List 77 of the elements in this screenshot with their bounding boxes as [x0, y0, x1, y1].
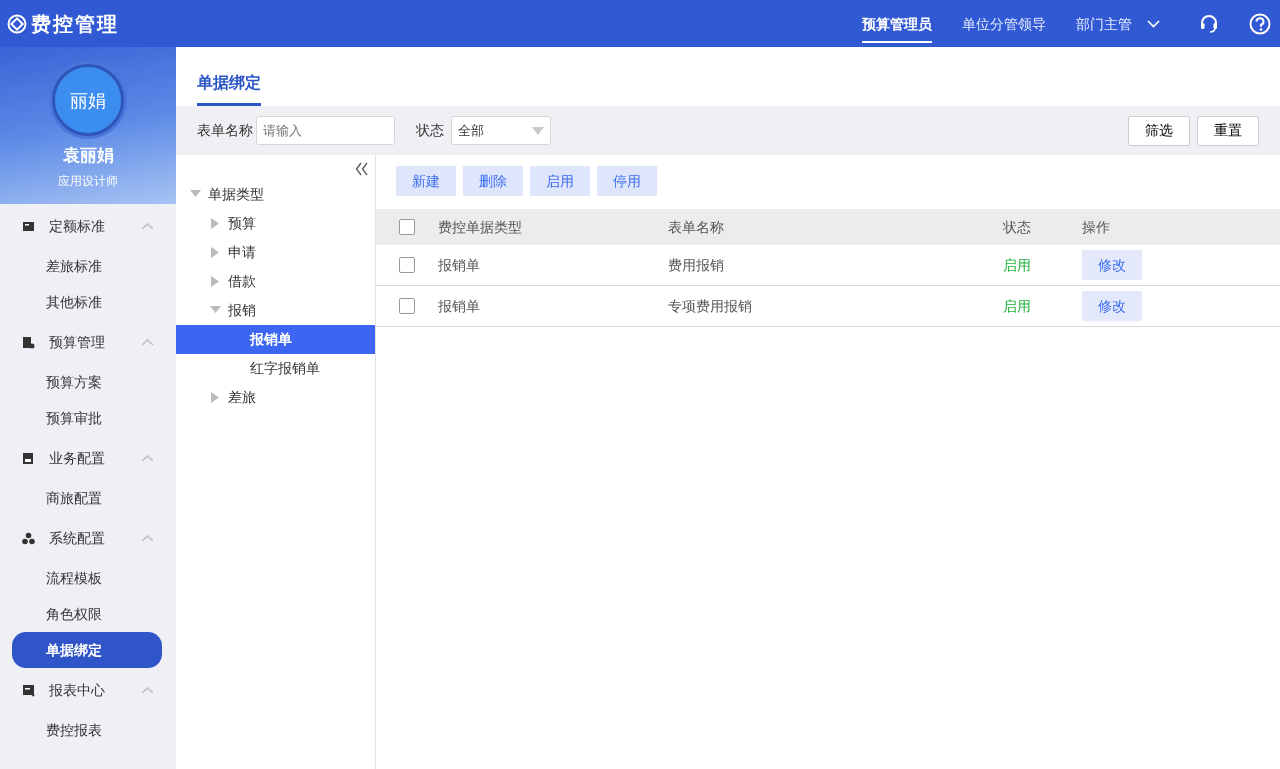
chevron-icon[interactable]: [141, 221, 154, 231]
menu-item[interactable]: 差旅标准: [0, 248, 176, 284]
menu-item[interactable]: 商旅配置: [0, 480, 176, 516]
status-text: 启用: [1003, 297, 1031, 314]
menu-group[interactable]: 定额标准: [49, 215, 105, 237]
role-tab[interactable]: 单位分管领导: [962, 4, 1046, 43]
expand-down-icon[interactable]: [210, 305, 221, 316]
status-select[interactable]: 全部: [451, 116, 551, 145]
table-cell: 报销单: [438, 256, 480, 273]
chevron-icon[interactable]: [141, 685, 154, 695]
menu-group-icon: [22, 219, 35, 233]
checkbox[interactable]: [399, 257, 415, 273]
tree-node[interactable]: 红字报销单: [176, 354, 375, 383]
expand-down-icon[interactable]: [190, 189, 201, 200]
tree-node[interactable]: 报销单: [176, 325, 375, 354]
dropdown-icon: [532, 126, 544, 135]
toolbar-button[interactable]: 新建: [396, 166, 456, 196]
field-label: 表单名称: [197, 121, 253, 140]
app-title: 费控管理: [30, 10, 119, 38]
chevron-down-icon[interactable]: [1146, 18, 1161, 29]
headset-icon[interactable]: [1199, 13, 1219, 34]
table-cell: 报销单: [438, 297, 480, 314]
menu-group[interactable]: 业务配置: [49, 447, 105, 469]
expand-right-icon[interactable]: [210, 218, 221, 229]
menu-item[interactable]: 流程模板: [0, 560, 176, 596]
expand-right-icon[interactable]: [210, 247, 221, 258]
role-tab[interactable]: 部门主管: [1076, 4, 1132, 43]
menu-group[interactable]: 报表中心: [49, 679, 105, 701]
checkbox[interactable]: [399, 219, 415, 235]
select-value: 全部: [458, 121, 484, 140]
menu-group-icon: [22, 683, 35, 697]
collapse-icon[interactable]: [355, 162, 368, 176]
avatar: 丽娟: [52, 64, 124, 136]
tree-node[interactable]: 差旅: [228, 387, 256, 408]
tree-node[interactable]: 预算: [228, 213, 256, 234]
menu-group-icon: [22, 451, 35, 465]
search-field[interactable]: 请输入: [256, 116, 395, 145]
help-icon[interactable]: [1249, 12, 1271, 35]
column-header: 操作: [1082, 217, 1111, 237]
table-cell: 费用报销: [668, 256, 724, 273]
chevron-icon[interactable]: [141, 453, 154, 463]
menu-group[interactable]: 预算管理: [49, 331, 105, 353]
toolbar-button[interactable]: 启用: [530, 166, 590, 196]
expand-right-icon[interactable]: [210, 392, 221, 403]
filter-button[interactable]: 筛选: [1128, 115, 1190, 146]
status-text: 启用: [1003, 256, 1031, 273]
chevron-icon[interactable]: [141, 337, 154, 347]
user-role: 应用设计师: [58, 173, 118, 190]
expand-right-icon[interactable]: [210, 276, 221, 287]
checkbox[interactable]: [399, 298, 415, 314]
filter-button[interactable]: 重置: [1197, 115, 1259, 146]
table-cell: 专项费用报销: [668, 297, 752, 314]
menu-item[interactable]: 预算审批: [0, 400, 176, 436]
menu-item[interactable]: 单据绑定: [12, 632, 162, 668]
field-label: 状态: [416, 121, 444, 140]
toolbar-button[interactable]: 删除: [463, 166, 523, 196]
menu-item[interactable]: 费控报表: [0, 712, 176, 748]
menu-item[interactable]: 预算方案: [0, 364, 176, 400]
edit-button[interactable]: 修改: [1082, 291, 1142, 321]
tree-node[interactable]: 借款: [228, 271, 256, 292]
edit-button[interactable]: 修改: [1082, 250, 1142, 280]
tree-node[interactable]: 单据类型: [208, 184, 264, 205]
chevron-icon[interactable]: [141, 533, 154, 543]
role-tab[interactable]: 预算管理员: [862, 4, 932, 43]
column-header: 费控单据类型: [438, 217, 523, 237]
menu-item[interactable]: 其他标准: [0, 284, 176, 320]
menu-group-icon: [22, 335, 35, 349]
tree-node[interactable]: 报销: [228, 300, 256, 321]
toolbar-button[interactable]: 停用: [597, 166, 657, 196]
menu-item[interactable]: 角色权限: [0, 596, 176, 632]
column-header: 状态: [1003, 217, 1032, 237]
tree-node[interactable]: 申请: [228, 242, 256, 263]
user-name: 袁丽娟: [62, 144, 114, 167]
menu-group[interactable]: 系统配置: [49, 527, 105, 549]
menu-group-icon: [22, 531, 35, 545]
column-header: 表单名称: [668, 217, 725, 237]
logo-icon: [7, 13, 27, 34]
